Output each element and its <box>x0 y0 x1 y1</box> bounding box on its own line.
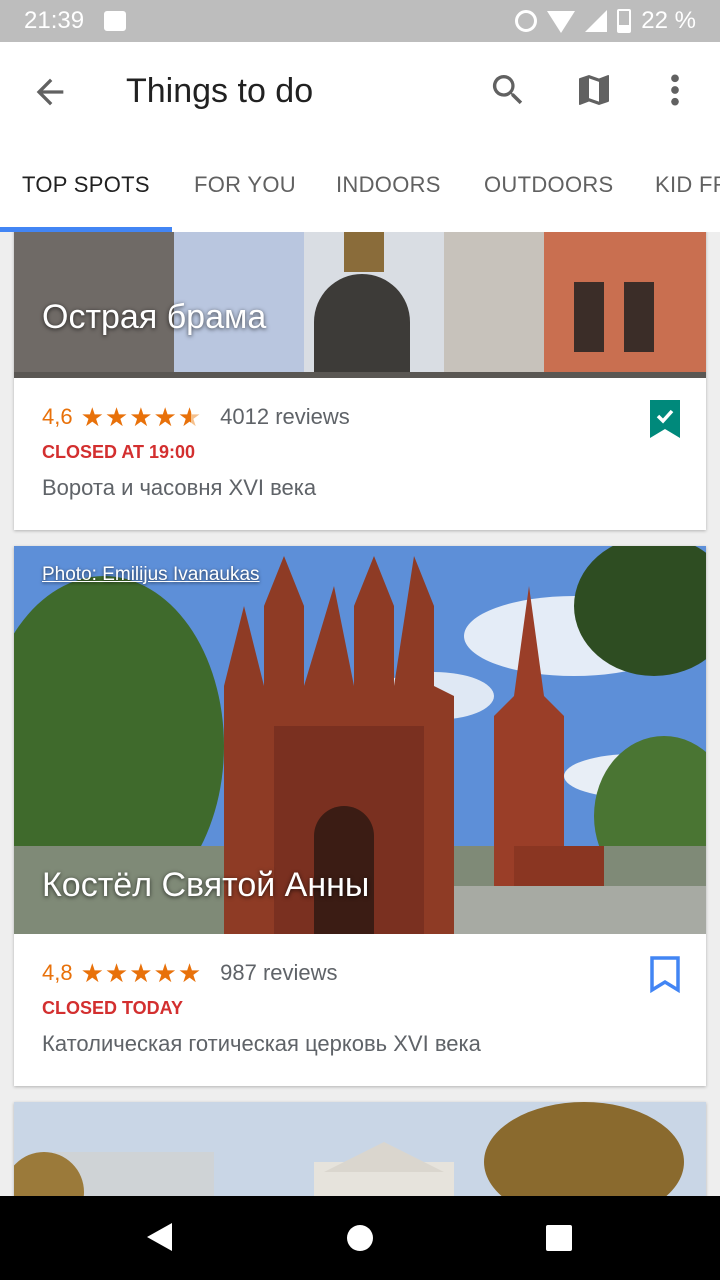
place-description: Католическая готическая церковь XVI века <box>42 1031 481 1056</box>
tab-bar: TOP SPOTS FOR YOU INDOORS OUTDOORS KID F… <box>0 154 720 232</box>
rating-stars: ★★★★★ <box>80 401 203 432</box>
nav-recents-icon[interactable] <box>546 1225 572 1251</box>
battery-percent: 22 % <box>641 7 696 34</box>
nav-home-icon[interactable] <box>347 1225 373 1251</box>
tab-top-spots[interactable]: TOP SPOTS <box>22 172 150 198</box>
place-description: Ворота и часовня XVI века <box>42 475 317 500</box>
status-bar: 21:39 22 % <box>0 0 720 42</box>
toolbar: Things to do <box>0 42 720 142</box>
photo-credit-link[interactable]: Photo: Emilijus Ivanaukas <box>42 564 260 586</box>
rating-value: 4,8 <box>42 960 73 985</box>
bookmark-icon[interactable] <box>650 956 680 994</box>
place-photo[interactable]: Острая брама <box>14 232 706 378</box>
back-arrow-icon[interactable] <box>30 72 70 112</box>
page-title: Things to do <box>126 72 314 110</box>
map-icon[interactable] <box>574 70 614 110</box>
place-photo[interactable]: Photo: Emilijus Ivanaukas Костёл Святой … <box>14 546 706 934</box>
place-title: Острая брама <box>42 298 267 336</box>
tab-indoors[interactable]: INDOORS <box>336 172 441 198</box>
place-info[interactable]: 4,6 ★★★★★ 4012 reviews CLOSED AT 19:00 В… <box>14 378 706 530</box>
reviews-count[interactable]: 987 reviews <box>220 960 337 986</box>
place-card[interactable] <box>14 1102 706 1196</box>
tab-for-you[interactable]: FOR YOU <box>194 172 296 198</box>
wifi-icon <box>547 11 576 33</box>
rating-row: 4,6 ★★★★★ 4012 reviews <box>42 402 678 432</box>
status-icons: 22 % <box>515 7 696 35</box>
place-card[interactable]: Photo: Emilijus Ivanaukas Костёл Святой … <box>14 546 706 1086</box>
place-photo[interactable] <box>14 1102 706 1196</box>
reviews-count[interactable]: 4012 reviews <box>220 404 350 430</box>
rating-stars: ★★★★★ <box>80 957 203 988</box>
status-time: 21:39 <box>24 7 85 34</box>
tab-kid-friendly[interactable]: KID FR <box>655 172 720 198</box>
bookmark-saved-icon[interactable] <box>650 400 680 438</box>
place-photo-image <box>14 1102 706 1196</box>
rating-row: 4,8 ★★★★★ 987 reviews <box>42 958 678 988</box>
place-card[interactable]: Острая брама 4,6 ★★★★★ 4012 reviews CLOS… <box>14 232 706 530</box>
battery-icon <box>617 9 632 33</box>
search-icon[interactable] <box>488 70 528 110</box>
navigation-bar <box>0 1196 720 1280</box>
place-info[interactable]: 4,8 ★★★★★ 987 reviews CLOSED TODAY Катол… <box>14 934 706 1086</box>
more-options-icon[interactable] <box>660 70 690 110</box>
results-list[interactable]: Острая брама 4,6 ★★★★★ 4012 reviews CLOS… <box>0 232 720 1196</box>
nav-back-icon[interactable] <box>146 1222 174 1252</box>
image-notification-icon <box>104 11 127 31</box>
alarm-icon <box>515 10 538 32</box>
rating-value: 4,6 <box>42 404 73 429</box>
place-title: Костёл Святой Анны <box>42 866 370 904</box>
opening-status: CLOSED TODAY <box>42 998 184 1018</box>
tab-outdoors[interactable]: OUTDOORS <box>484 172 614 198</box>
signal-icon <box>585 10 608 32</box>
opening-status: CLOSED AT 19:00 <box>42 442 196 462</box>
app-bar: Things to do TOP SPOTS FOR YOU INDOORS O… <box>0 42 720 232</box>
